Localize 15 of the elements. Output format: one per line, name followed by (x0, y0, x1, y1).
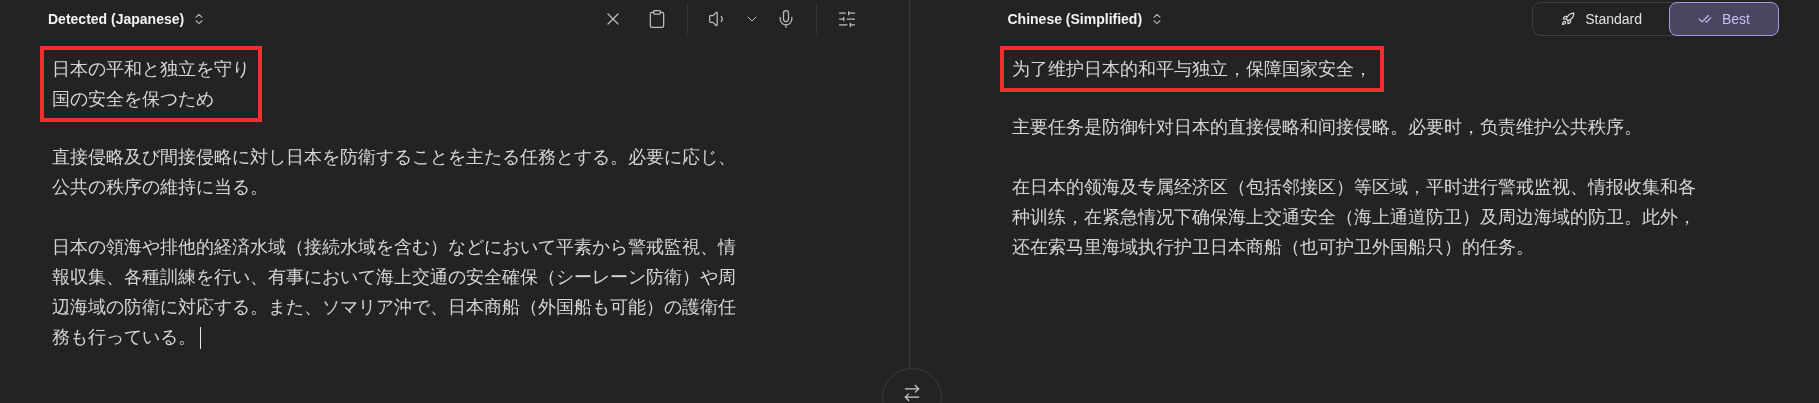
double-check-icon (1698, 12, 1712, 26)
mode-tab[interactable]: Standard (1532, 2, 1671, 36)
highlighted-paragraph: 日本の平和と独立を守り 国の安全を保つため (40, 46, 262, 122)
target-language-selector[interactable]: Chinese (Simplified) (999, 11, 1173, 27)
paragraph: 日本の領海や排他的経済水域（接続水域を含む）などにおいて平素から警戒監視、情 報収集、各種訓練を行い、有事において海上交通の安全確保（シーレーン防衛）や周 辺海域の防衛に対応する。また、ソマリア沖で、日本商船（外国船も可能）の護衛任 務も行っている。 (40, 232, 748, 352)
sliders-icon (836, 9, 857, 29)
paragraph: 在日本的领海及专属经济区（包括邻接区）等区域，平时进行警戒监视、情报收集和各 种训练，在紧急情况下确保海上交通安全（海上通道防卫）及周边海域的防卫。此外， 还在索马里海域执行护卫日本商船（也可护卫外国船只）的任务。 (1010, 176, 1697, 259)
paragraph: 主要任务是防御针对日本的直接侵略和间接侵略。必要时，负责维护公共秩序。 (1010, 116, 1643, 139)
paragraph: 直接侵略及び間接侵略に対し日本を防衛することを主たる任務とする。必要に応じ、 公共の秩序の維持に当る。 (51, 146, 737, 199)
highlighted-paragraph: 为了维护日本的和平与独立，保障国家安全， (999, 46, 1384, 92)
source-language-selector[interactable]: Detected (Japanese) (40, 11, 215, 27)
rocket-icon (1561, 12, 1576, 26)
swap-arrows-icon (902, 383, 922, 403)
mode-tab[interactable]: Best (1669, 2, 1779, 36)
text-cursor (200, 327, 201, 350)
